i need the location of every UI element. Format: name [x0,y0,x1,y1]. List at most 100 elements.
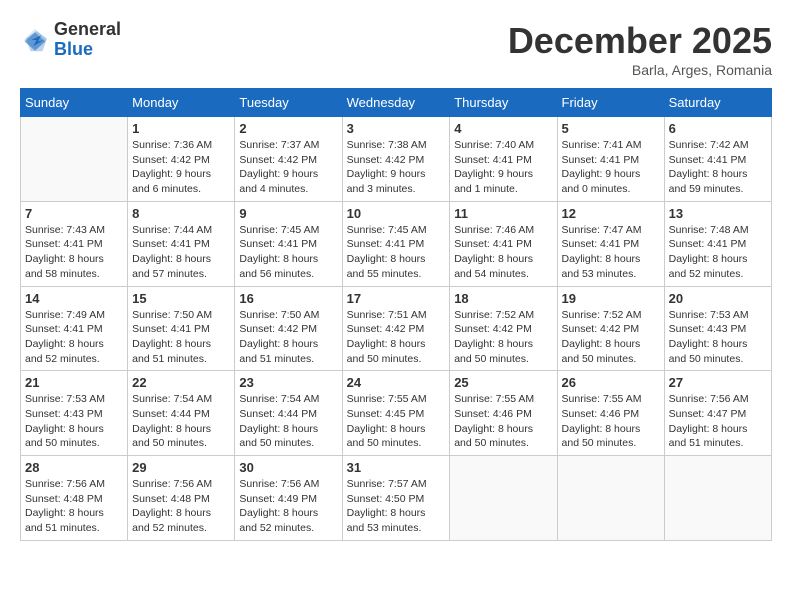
day-cell: 20 Sunrise: 7:53 AM Sunset: 4:43 PM Dayli… [664,286,771,371]
day-cell: 27Sunrise: 7:56 AM Sunset: 4:47 PM Dayli… [664,371,771,456]
day-cell: 7 Sunrise: 7:43 AM Sunset: 4:41 PM Daylig… [21,201,128,286]
day-number: 16 [239,291,337,306]
day-info: Sunrise: 7:44 AM Sunset: 4:41 PM Dayligh… [132,223,230,282]
day-info: Sunrise: 7:52 AM Sunset: 4:42 PM Dayligh… [454,308,552,367]
day-number: 4 [454,121,552,136]
day-number: 8 [132,206,230,221]
day-cell: 26Sunrise: 7:55 AM Sunset: 4:46 PM Dayli… [557,371,664,456]
day-number: 10 [347,206,446,221]
header-sunday: Sunday [21,89,128,117]
logo: General Blue [20,20,121,60]
day-cell: 28 Sunrise: 7:56 AM Sunset: 4:48 PM Dayli… [21,456,128,541]
day-number: 29 [132,460,230,475]
day-cell: 24 Sunrise: 7:55 AM Sunset: 4:45 PM Dayli… [342,371,450,456]
day-info: Sunrise: 7:41 AM Sunset: 4:41 PM Dayligh… [562,138,660,197]
day-number: 25 [454,375,552,390]
logo-text: General Blue [54,20,121,60]
day-info: Sunrise: 7:56 AM Sunset: 4:48 PM Dayligh… [132,477,230,536]
day-cell: 2 Sunrise: 7:37 AM Sunset: 4:42 PM Daylig… [235,117,342,202]
week-row-4: 21 Sunrise: 7:53 AM Sunset: 4:43 PM Dayli… [21,371,772,456]
day-info: Sunrise: 7:45 AM Sunset: 4:41 PM Dayligh… [347,223,446,282]
day-cell: 19Sunrise: 7:52 AM Sunset: 4:42 PM Dayli… [557,286,664,371]
day-cell: 18Sunrise: 7:52 AM Sunset: 4:42 PM Dayli… [450,286,557,371]
day-cell: 3 Sunrise: 7:38 AM Sunset: 4:42 PM Daylig… [342,117,450,202]
day-cell: 11 Sunrise: 7:46 AM Sunset: 4:41 PM Dayli… [450,201,557,286]
day-cell: 31 Sunrise: 7:57 AM Sunset: 4:50 PM Dayli… [342,456,450,541]
day-cell: 1Sunrise: 7:36 AM Sunset: 4:42 PM Daylig… [128,117,235,202]
day-cell: 6 Sunrise: 7:42 AM Sunset: 4:41 PM Daylig… [664,117,771,202]
day-info: Sunrise: 7:51 AM Sunset: 4:42 PM Dayligh… [347,308,446,367]
day-number: 26 [562,375,660,390]
day-cell: 5 Sunrise: 7:41 AM Sunset: 4:41 PM Daylig… [557,117,664,202]
day-number: 21 [25,375,123,390]
week-row-2: 7 Sunrise: 7:43 AM Sunset: 4:41 PM Daylig… [21,201,772,286]
day-number: 12 [562,206,660,221]
header-wednesday: Wednesday [342,89,450,117]
day-info: Sunrise: 7:40 AM Sunset: 4:41 PM Dayligh… [454,138,552,197]
day-number: 7 [25,206,123,221]
day-info: Sunrise: 7:50 AM Sunset: 4:41 PM Dayligh… [132,308,230,367]
day-number: 20 [669,291,767,306]
calendar-table: SundayMondayTuesdayWednesdayThursdayFrid… [20,88,772,541]
day-cell [450,456,557,541]
day-number: 5 [562,121,660,136]
day-cell: 22Sunrise: 7:54 AM Sunset: 4:44 PM Dayli… [128,371,235,456]
day-number: 11 [454,206,552,221]
day-cell: 23Sunrise: 7:54 AM Sunset: 4:44 PM Dayli… [235,371,342,456]
day-info: Sunrise: 7:43 AM Sunset: 4:41 PM Dayligh… [25,223,123,282]
day-info: Sunrise: 7:57 AM Sunset: 4:50 PM Dayligh… [347,477,446,536]
day-number: 30 [239,460,337,475]
day-info: Sunrise: 7:37 AM Sunset: 4:42 PM Dayligh… [239,138,337,197]
day-info: Sunrise: 7:47 AM Sunset: 4:41 PM Dayligh… [562,223,660,282]
day-number: 27 [669,375,767,390]
day-number: 22 [132,375,230,390]
day-info: Sunrise: 7:53 AM Sunset: 4:43 PM Dayligh… [669,308,767,367]
day-cell: 8 Sunrise: 7:44 AM Sunset: 4:41 PM Daylig… [128,201,235,286]
day-cell: 17 Sunrise: 7:51 AM Sunset: 4:42 PM Dayli… [342,286,450,371]
day-info: Sunrise: 7:54 AM Sunset: 4:44 PM Dayligh… [239,392,337,451]
day-number: 9 [239,206,337,221]
header-tuesday: Tuesday [235,89,342,117]
day-number: 6 [669,121,767,136]
day-cell [664,456,771,541]
day-number: 2 [239,121,337,136]
logo-icon [20,25,50,55]
logo-general: General [54,20,121,40]
month-title: December 2025 [508,20,772,62]
day-info: Sunrise: 7:48 AM Sunset: 4:41 PM Dayligh… [669,223,767,282]
day-cell: 10 Sunrise: 7:45 AM Sunset: 4:41 PM Dayli… [342,201,450,286]
day-number: 17 [347,291,446,306]
day-info: Sunrise: 7:56 AM Sunset: 4:48 PM Dayligh… [25,477,123,536]
title-block: December 2025 Barla, Arges, Romania [508,20,772,78]
day-number: 1 [132,121,230,136]
day-number: 3 [347,121,446,136]
day-info: Sunrise: 7:42 AM Sunset: 4:41 PM Dayligh… [669,138,767,197]
day-cell: 30 Sunrise: 7:56 AM Sunset: 4:49 PM Dayli… [235,456,342,541]
day-number: 28 [25,460,123,475]
day-info: Sunrise: 7:56 AM Sunset: 4:49 PM Dayligh… [239,477,337,536]
day-number: 15 [132,291,230,306]
calendar-header-row: SundayMondayTuesdayWednesdayThursdayFrid… [21,89,772,117]
day-cell: 9Sunrise: 7:45 AM Sunset: 4:41 PM Daylig… [235,201,342,286]
week-row-5: 28 Sunrise: 7:56 AM Sunset: 4:48 PM Dayli… [21,456,772,541]
day-info: Sunrise: 7:55 AM Sunset: 4:45 PM Dayligh… [347,392,446,451]
header-friday: Friday [557,89,664,117]
day-info: Sunrise: 7:50 AM Sunset: 4:42 PM Dayligh… [239,308,337,367]
day-cell: 15 Sunrise: 7:50 AM Sunset: 4:41 PM Dayli… [128,286,235,371]
day-cell: 14 Sunrise: 7:49 AM Sunset: 4:41 PM Dayli… [21,286,128,371]
day-number: 14 [25,291,123,306]
day-cell: 21 Sunrise: 7:53 AM Sunset: 4:43 PM Dayli… [21,371,128,456]
header-monday: Monday [128,89,235,117]
day-info: Sunrise: 7:46 AM Sunset: 4:41 PM Dayligh… [454,223,552,282]
day-number: 13 [669,206,767,221]
day-info: Sunrise: 7:52 AM Sunset: 4:42 PM Dayligh… [562,308,660,367]
day-info: Sunrise: 7:55 AM Sunset: 4:46 PM Dayligh… [454,392,552,451]
day-info: Sunrise: 7:53 AM Sunset: 4:43 PM Dayligh… [25,392,123,451]
day-number: 24 [347,375,446,390]
day-info: Sunrise: 7:38 AM Sunset: 4:42 PM Dayligh… [347,138,446,197]
day-info: Sunrise: 7:49 AM Sunset: 4:41 PM Dayligh… [25,308,123,367]
day-cell: 25 Sunrise: 7:55 AM Sunset: 4:46 PM Dayli… [450,371,557,456]
day-number: 31 [347,460,446,475]
header-thursday: Thursday [450,89,557,117]
day-cell: 12 Sunrise: 7:47 AM Sunset: 4:41 PM Dayli… [557,201,664,286]
